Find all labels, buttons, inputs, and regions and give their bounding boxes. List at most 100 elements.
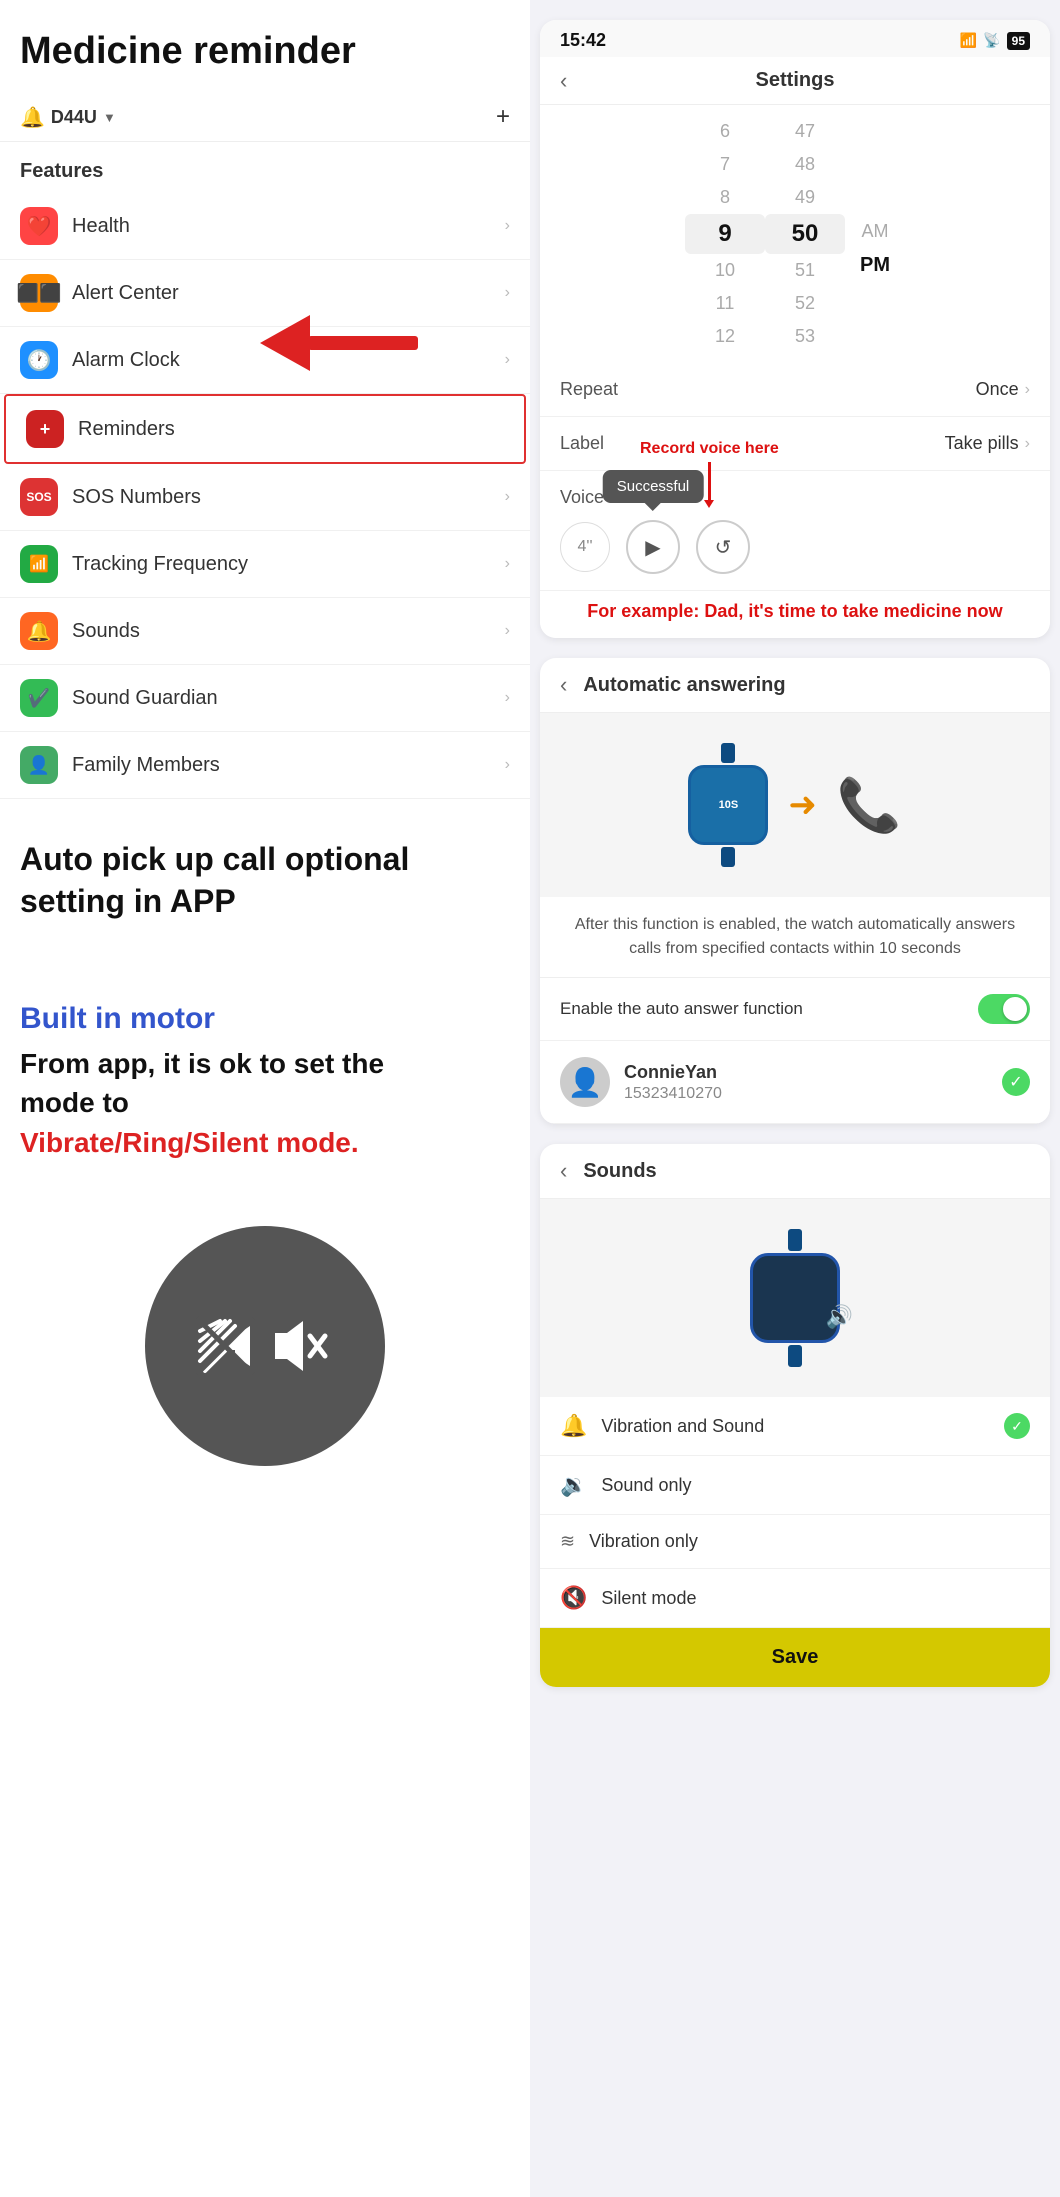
save-button[interactable]: Save	[540, 1628, 1050, 1687]
chevron-right-icon: ›	[505, 689, 510, 707]
sounds-screen: ‹ Sounds 🔊 🔔 Vibration and Sound ✓ 🔉	[540, 1144, 1050, 1687]
watch-band-top	[721, 743, 735, 763]
label-value-container: Take pills ›	[945, 433, 1030, 454]
record-annotation-arrow	[708, 462, 711, 502]
sound-speaker-icon: 🔊	[826, 1304, 853, 1330]
sound-option-vibration-only[interactable]: ≋ Vibration only	[540, 1515, 1050, 1569]
hours-column: 6 7 8 9 10 11 12	[685, 115, 765, 353]
back-button[interactable]: ‹	[560, 68, 567, 94]
reminders-label: Reminders	[78, 418, 504, 441]
arrow-tip	[704, 500, 714, 508]
watch-sound-container: 🔊	[750, 1229, 840, 1367]
arrow-head	[260, 315, 310, 371]
record-annotation-text: Record voice here	[640, 440, 779, 457]
hour-10: 10	[685, 254, 765, 287]
settings-title: Settings	[756, 69, 835, 92]
chevron-right-icon: ›	[1025, 381, 1030, 399]
battery-level: 95	[1007, 32, 1030, 50]
motor-section: Built in motor From app, it is ok to set…	[0, 972, 530, 1196]
replay-button[interactable]: ↺	[696, 520, 750, 574]
watch-icon: 10S	[688, 765, 768, 845]
watch-sound-illustration: 🔊	[540, 1199, 1050, 1397]
chevron-right-icon: ›	[1025, 435, 1030, 453]
chevron-right-icon: ›	[505, 488, 510, 506]
repeat-row[interactable]: Repeat Once ›	[540, 363, 1050, 417]
play-button[interactable]: ▶	[626, 520, 680, 574]
voice-controls: Record voice here 4'' Successful ▶ ↺	[560, 520, 1030, 574]
watch-sound-body: 🔊	[750, 1253, 840, 1343]
sidebar-item-tracking[interactable]: 📶 Tracking Frequency ›	[0, 531, 530, 598]
sidebar-item-sound-guardian[interactable]: ✔️ Sound Guardian ›	[0, 665, 530, 732]
silent-mode-label: Silent mode	[601, 1588, 1030, 1609]
arrow-shaft	[308, 336, 418, 350]
watch-container: 10S	[688, 743, 768, 867]
signal-icon: 📶	[960, 32, 977, 49]
sound-option-vibration-sound[interactable]: 🔔 Vibration and Sound ✓	[540, 1397, 1050, 1456]
sound-only-icon: 🔉	[560, 1472, 587, 1498]
tracking-label: Tracking Frequency	[72, 553, 505, 576]
sidebar-item-sounds[interactable]: 🔔 Sounds ›	[0, 598, 530, 665]
toggle-row[interactable]: Enable the auto answer function	[540, 978, 1050, 1041]
health-label: Health	[72, 215, 505, 238]
silent-mode-icon: 🔇	[560, 1585, 587, 1611]
sidebar-item-sos[interactable]: SOS SOS Numbers ›	[0, 464, 530, 531]
toggle-label: Enable the auto answer function	[560, 999, 803, 1019]
family-icon: 👤	[20, 746, 58, 784]
toggle-switch[interactable]	[978, 994, 1030, 1024]
vibration-sound-check: ✓	[1004, 1413, 1030, 1439]
page-title: Medicine reminder	[0, 0, 530, 93]
app-header: 🔔 D44U ▼ +	[0, 93, 530, 142]
sound-option-sound-only[interactable]: 🔉 Sound only	[540, 1456, 1050, 1515]
motor-modes: Vibrate/Ring/Silent mode.	[20, 1127, 359, 1158]
tooltip: Successful	[603, 470, 704, 503]
sidebar-item-health[interactable]: ❤️ Health ›	[0, 193, 530, 260]
right-panel: 15:42 📶 📡 95 ‹ Settings 6 7 8 9 10	[530, 0, 1060, 2197]
time-picker[interactable]: 6 7 8 9 10 11 12 47 48 49 50 51 52 53	[540, 105, 1050, 363]
alert-icon: ⬛⬛	[20, 274, 58, 312]
contact-name: ConnieYan	[624, 1062, 1002, 1083]
device-name: D44U	[51, 107, 97, 128]
sound-option-silent-mode[interactable]: 🔇 Silent mode	[540, 1569, 1050, 1628]
vibration-only-label: Vibration only	[589, 1531, 1030, 1552]
sound-guardian-icon: ✔️	[20, 679, 58, 717]
sidebar-item-family[interactable]: 👤 Family Members ›	[0, 732, 530, 799]
min-47: 47	[765, 115, 845, 148]
watch-sound-band-top	[788, 1229, 802, 1251]
back-button[interactable]: ‹	[560, 672, 567, 698]
motor-desc: From app, it is ok to set the mode to Vi…	[20, 1044, 510, 1162]
sound-guardian-label: Sound Guardian	[72, 687, 505, 710]
settings-screen: 15:42 📶 📡 95 ‹ Settings 6 7 8 9 10	[540, 20, 1050, 638]
wifi-icon: 📡	[983, 32, 1000, 49]
sounds-icon: 🔔	[20, 612, 58, 650]
pm-option-selected: PM	[860, 248, 890, 283]
auto-answer-nav: ‹ Automatic answering	[540, 658, 1050, 713]
repeat-label: Repeat	[560, 379, 618, 400]
play-button-container: Successful ▶	[626, 520, 680, 574]
label-label: Label	[560, 433, 604, 454]
hour-8: 8	[685, 181, 765, 214]
contact-avatar: 👤	[560, 1057, 610, 1107]
sounds-title: Sounds	[583, 1160, 656, 1183]
label-row[interactable]: Label Take pills ›	[540, 417, 1050, 471]
vibration-sound-label: Vibration and Sound	[601, 1416, 1004, 1437]
chevron-right-icon: ›	[505, 217, 510, 235]
hour-6: 6	[685, 115, 765, 148]
toggle-thumb	[1003, 997, 1027, 1021]
min-49: 49	[765, 181, 845, 214]
vibrate-waves-icon	[195, 1316, 255, 1376]
sidebar-item-reminders[interactable]: + Reminders	[4, 394, 526, 464]
arrow-annotation	[260, 315, 418, 371]
watch-sound-band-bottom	[788, 1345, 802, 1367]
time-picker-rows: 6 7 8 9 10 11 12 47 48 49 50 51 52 53	[540, 115, 1050, 353]
back-button[interactable]: ‹	[560, 1158, 567, 1184]
example-text: For example: Dad, it's time to take medi…	[540, 591, 1050, 638]
auto-answer-screen: ‹ Automatic answering 10S ➜ 📞 After this…	[540, 658, 1050, 1124]
chevron-right-icon: ›	[505, 284, 510, 302]
ampm-column: AM PM	[845, 115, 905, 353]
auto-answer-title: Automatic answering	[583, 674, 785, 697]
app-device[interactable]: 🔔 D44U ▼	[20, 105, 116, 130]
hour-12: 12	[685, 320, 765, 353]
menu-list: ❤️ Health › ⬛⬛ Alert Center › 🕐 Alarm Cl…	[0, 193, 530, 799]
add-icon[interactable]: +	[496, 103, 510, 131]
vibration-sound-icon: 🔔	[560, 1413, 587, 1439]
